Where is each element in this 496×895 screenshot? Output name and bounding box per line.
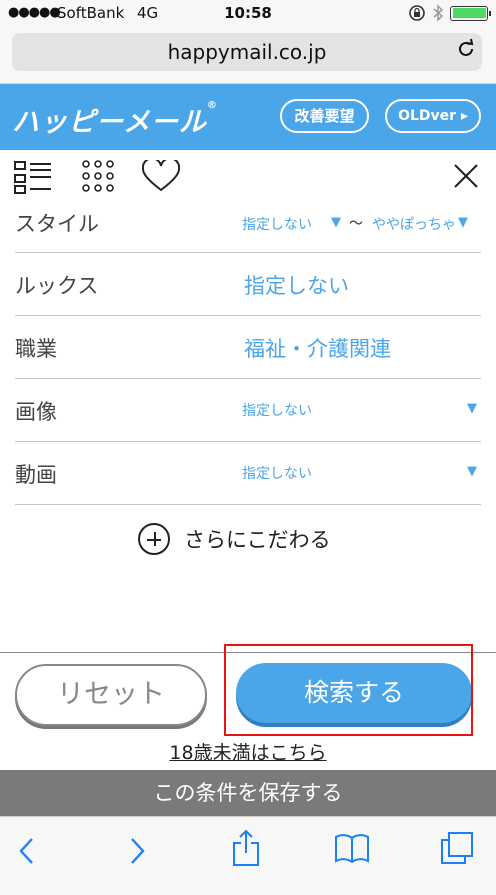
close-icon[interactable] — [452, 162, 480, 190]
more-conditions-button[interactable]: さらにこだわる — [138, 522, 331, 556]
old-version-button[interactable]: OLDver ▸ — [385, 99, 481, 133]
tabs-icon[interactable] — [440, 831, 474, 865]
back-icon[interactable] — [18, 837, 34, 865]
status-bar: ●●●●● SoftBank 4G 10:58 — [0, 0, 496, 26]
looks-select[interactable]: 指定しない — [244, 270, 349, 300]
battery-level — [452, 8, 486, 18]
battery-icon — [450, 5, 491, 21]
video-select[interactable]: 指定しない — [242, 463, 312, 483]
under18-link[interactable]: 18歳未満はこちら — [169, 742, 326, 764]
bluetooth-icon — [433, 4, 444, 22]
under18-area: 18歳未満はこちら — [0, 738, 496, 765]
filter-row-occupation[interactable]: 職業 福祉・介護関連 — [15, 316, 481, 379]
row-label: 職業 — [15, 337, 57, 361]
chevron-down-icon: ▼ — [331, 215, 341, 230]
lock-rotation-icon — [409, 5, 425, 21]
view-toolbar — [0, 150, 496, 206]
filter-row-image[interactable]: 画像 指定しない ▼ — [15, 379, 481, 442]
chevron-down-icon: ▼ — [467, 401, 477, 416]
browser-address-area: happymail.co.jp — [0, 26, 496, 84]
highlight-box — [224, 644, 473, 736]
logo-text: ハッピーメール — [12, 107, 207, 138]
site-header: ハッピーメール® 改善要望 OLDver ▸ — [0, 84, 496, 150]
filter-row-video[interactable]: 動画 指定しない ▼ — [15, 442, 481, 505]
filter-row-style[interactable]: スタイル 指定しない ▼ 〜 ややぽっちゃ ▼ — [15, 208, 481, 253]
row-label: 画像 — [15, 400, 57, 424]
share-icon[interactable] — [232, 829, 260, 867]
style-to-select[interactable]: ややぽっちゃ — [372, 214, 456, 234]
browser-toolbar — [0, 816, 496, 895]
range-separator: 〜 — [349, 216, 363, 232]
address-bar[interactable]: happymail.co.jp — [12, 33, 482, 71]
improvement-request-button[interactable]: 改善要望 — [280, 99, 369, 133]
chevron-down-icon: ▼ — [458, 215, 468, 230]
occupation-select[interactable]: 福祉・介護関連 — [244, 333, 391, 363]
bookmarks-icon[interactable] — [334, 833, 370, 863]
more-conditions-label: さらにこだわる — [184, 528, 331, 552]
reset-button[interactable]: リセット — [15, 664, 207, 726]
heart-icon[interactable] — [142, 160, 180, 192]
row-label: 動画 — [15, 463, 57, 487]
forward-icon[interactable] — [130, 837, 146, 865]
site-logo[interactable]: ハッピーメール® — [12, 100, 218, 139]
style-from-select[interactable]: 指定しない — [242, 214, 312, 234]
reload-icon[interactable] — [456, 38, 476, 68]
grid-view-icon[interactable] — [82, 160, 114, 192]
list-view-icon[interactable] — [14, 160, 52, 194]
plus-circle-icon — [138, 523, 170, 555]
filter-row-looks[interactable]: ルックス 指定しない — [15, 253, 481, 316]
image-select[interactable]: 指定しない — [242, 400, 312, 420]
save-condition-button[interactable]: この条件を保存する — [0, 770, 496, 816]
url-text: happymail.co.jp — [167, 40, 327, 64]
chevron-down-icon: ▼ — [467, 464, 477, 479]
row-label: スタイル — [15, 212, 99, 236]
row-label: ルックス — [15, 274, 99, 298]
